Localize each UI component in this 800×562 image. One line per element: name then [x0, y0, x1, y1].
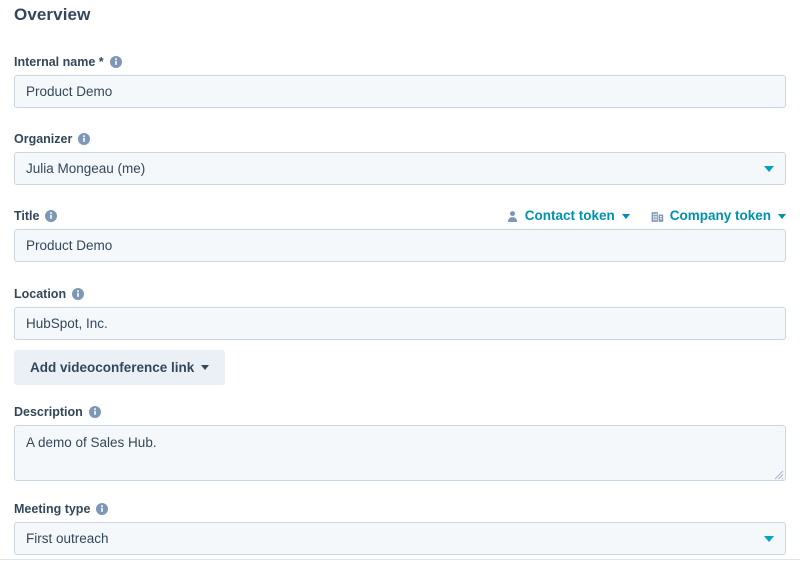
videoconference-button-wrap: Add videoconference link	[14, 350, 226, 385]
info-circle-icon[interactable]	[96, 503, 109, 515]
section-header: Overview	[14, 2, 90, 26]
label-row-meeting-type: Meeting type	[14, 501, 786, 517]
label-row-organizer: Organizer	[14, 131, 786, 147]
internal-name-input[interactable]	[14, 75, 786, 108]
label-left-description: Description	[14, 404, 101, 420]
contact-person-icon	[506, 210, 519, 223]
field-organizer: Organizer	[14, 131, 786, 185]
bottom-divider	[0, 559, 800, 560]
location-input[interactable]	[14, 307, 786, 340]
label-left-organizer: Organizer	[14, 131, 91, 147]
label-row-location: Location	[14, 286, 786, 302]
field-label-internal-name: Internal name *	[14, 55, 104, 69]
chevron-down-icon	[201, 365, 210, 370]
chevron-down-icon	[621, 213, 630, 219]
organizer-select[interactable]	[14, 152, 786, 185]
contact-token-label: Contact token	[524, 208, 615, 223]
label-left-location: Location	[14, 286, 85, 302]
info-circle-icon[interactable]	[109, 56, 122, 68]
field-label-title: Title	[14, 209, 40, 223]
title-input[interactable]	[14, 229, 786, 262]
overview-form-panel: Overview Internal name * Organizer	[0, 0, 800, 562]
chevron-down-icon	[778, 213, 786, 219]
field-label-location: Location	[14, 287, 67, 301]
description-textarea-wrap: A demo of Sales Hub.	[14, 425, 786, 481]
label-left-meeting-type: Meeting type	[14, 501, 109, 517]
field-meeting-type: Meeting type	[14, 501, 786, 555]
meeting-type-select-wrap	[14, 522, 786, 555]
page-title: Overview	[14, 5, 91, 24]
field-label-meeting-type: Meeting type	[14, 502, 91, 516]
company-token-label: Company token	[669, 208, 771, 223]
contact-token-button[interactable]: Contact token	[506, 208, 630, 224]
field-label-description: Description	[14, 405, 83, 419]
add-videoconference-link-button[interactable]: Add videoconference link	[14, 350, 226, 385]
info-circle-icon[interactable]	[88, 406, 101, 418]
field-description: Description A demo of Sales Hub.	[14, 404, 786, 481]
label-row-title: Title Contact token Company token	[14, 208, 786, 224]
info-circle-icon[interactable]	[78, 133, 91, 145]
field-location: Location	[14, 286, 786, 340]
field-label-organizer: Organizer	[14, 132, 73, 146]
description-textarea[interactable]: A demo of Sales Hub.	[14, 425, 786, 481]
field-internal-name: Internal name *	[14, 54, 786, 108]
token-group: Contact token Company token	[506, 208, 786, 224]
add-videoconference-link-label: Add videoconference link	[30, 359, 195, 375]
info-circle-icon[interactable]	[45, 210, 58, 222]
label-left-internal-name: Internal name *	[14, 54, 122, 70]
company-building-icon	[651, 210, 664, 223]
label-row-internal-name: Internal name *	[14, 54, 786, 70]
label-left-title: Title	[14, 208, 58, 224]
meeting-type-select[interactable]	[14, 522, 786, 555]
field-title: Title Contact token Company token Produc…	[14, 208, 786, 262]
label-row-description: Description	[14, 404, 786, 420]
info-circle-icon[interactable]	[72, 288, 85, 300]
organizer-select-wrap	[14, 152, 786, 185]
company-token-button[interactable]: Company token	[651, 208, 786, 224]
